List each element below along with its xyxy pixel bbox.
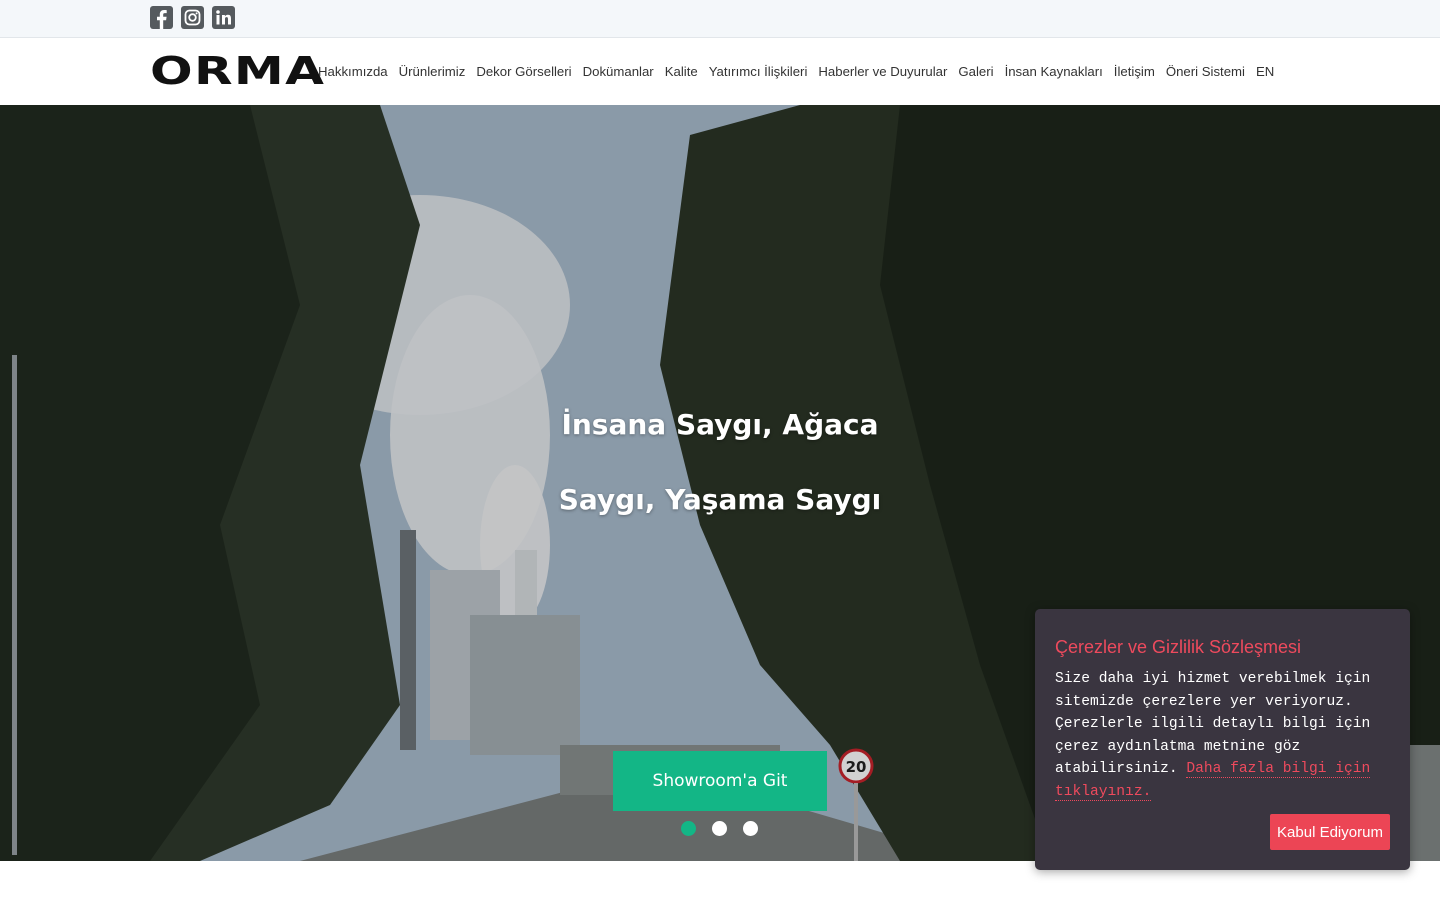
instagram-icon[interactable] xyxy=(181,6,204,29)
linkedin-icon[interactable] xyxy=(212,6,235,29)
nav-hakkimizda[interactable]: Hakkımızda xyxy=(318,64,388,79)
facebook-icon[interactable] xyxy=(150,6,173,29)
nav-urunlerimiz[interactable]: Ürünlerimiz xyxy=(399,64,466,79)
site-header: ORMA Hakkımızda Ürünlerimiz Dekor Görsel… xyxy=(0,38,1440,105)
slider-dot[interactable] xyxy=(712,821,727,836)
nav-dokumanlar[interactable]: Dokümanlar xyxy=(583,64,654,79)
nav-insan-kaynaklari[interactable]: İnsan Kaynakları xyxy=(1005,64,1103,79)
hero-title-line1: İnsana Saygı, Ağaca xyxy=(561,408,879,441)
nav-oneri-sistemi[interactable]: Öneri Sistemi xyxy=(1166,64,1245,79)
slider-dot[interactable] xyxy=(743,821,758,836)
nav-haberler-duyurular[interactable]: Haberler ve Duyurular xyxy=(818,64,947,79)
logo-text: ORMA xyxy=(150,49,326,93)
cookie-accept-button[interactable]: Kabul Ediyorum xyxy=(1270,814,1390,850)
social-bar xyxy=(0,0,1440,38)
cookie-title: Çerezler ve Gizlilik Sözleşmesi xyxy=(1055,637,1302,657)
social-links xyxy=(150,6,235,29)
cookie-consent-banner: Çerezler ve Gizlilik Sözleşmesi Size dah… xyxy=(1035,609,1410,870)
nav-language-en[interactable]: EN xyxy=(1256,64,1274,79)
nav-galeri[interactable]: Galeri xyxy=(958,64,993,79)
cookie-message: Size daha iyi hizmet verebilmek için sit… xyxy=(1055,668,1390,803)
nav-kalite[interactable]: Kalite xyxy=(665,64,698,79)
nav-iletisim[interactable]: İletişim xyxy=(1114,64,1155,79)
showroom-button[interactable]: Showroom'a Git xyxy=(613,751,827,811)
slider-pagination xyxy=(681,821,758,836)
slider-dot[interactable] xyxy=(681,821,696,836)
nav-yatirimci-iliskileri[interactable]: Yatırımcı İlişkileri xyxy=(709,64,808,79)
main-nav: Hakkımızda Ürünlerimiz Dekor Görselleri … xyxy=(318,38,1274,105)
nav-dekor-gorselleri[interactable]: Dekor Görselleri xyxy=(476,64,571,79)
hero-title-line2: Saygı, Yaşama Saygı xyxy=(558,483,882,516)
orma-logo[interactable]: ORMA xyxy=(150,52,324,90)
